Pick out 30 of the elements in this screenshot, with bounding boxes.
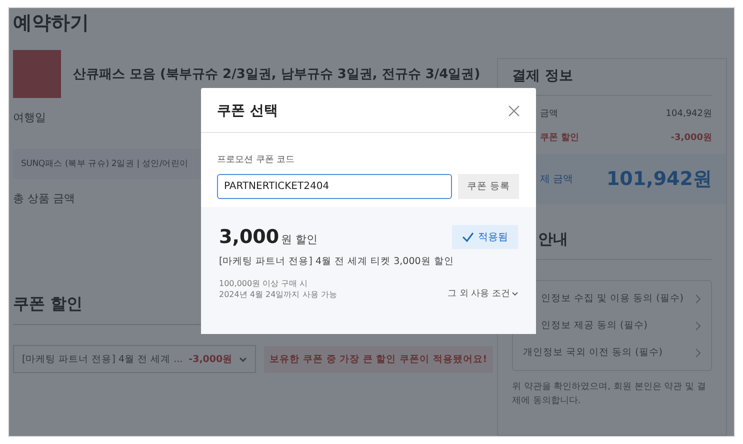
terms-item[interactable]: 인정보 제공 동의 (필수) — [513, 312, 711, 339]
close-icon[interactable] — [508, 105, 520, 117]
coupon-dropdown[interactable]: [마케팅 파트너 전용] 4월 전 세계 ... -3,000원 — [13, 345, 256, 373]
terms-note: 위 약관을 확인하였으며, 회원 본인은 약관 및 결제에 동의합니다. — [512, 381, 707, 408]
chevron-down-icon — [238, 356, 247, 362]
chevron-down-icon — [512, 292, 518, 296]
code-label: 프로모션 쿠폰 코드 — [217, 155, 295, 165]
price-value: -3,000원 — [670, 132, 712, 144]
chevron-right-icon — [695, 320, 701, 330]
travel-date-label: 여행일 — [13, 110, 46, 125]
discount-unit: 원 할인 — [281, 233, 318, 246]
register-button[interactable]: 쿠폰 등록 — [458, 174, 519, 199]
chevron-right-icon — [695, 348, 701, 358]
coupon-condition: 100,000원 이상 구매 시 — [219, 278, 309, 290]
price-label: 금액 — [540, 108, 558, 120]
price-value: 104,942원 — [666, 108, 712, 120]
dialog-title: 쿠폰 선택 — [217, 102, 278, 120]
coupon-name: [마케팅 파트너 전용] 4월 전 세계 티켓 3,000원 할인 — [219, 255, 455, 268]
page-title: 예약하기 — [13, 11, 90, 36]
check-icon — [462, 232, 474, 242]
photo-placeholder — [13, 50, 61, 98]
terms-item[interactable]: 개인정보 국외 이전 동의 (필수) — [513, 339, 711, 366]
chevron-right-icon — [695, 294, 701, 304]
product-name: 산큐패스 모음 (북부규슈 2/3일권, 남부규슈 3일권, 전규슈 3/4일권) — [73, 66, 480, 83]
coupon-code-field[interactable]: PARTNERTICKET2404 — [217, 174, 452, 199]
discount-amount: 3,000 — [219, 226, 280, 248]
total-label: 총 상품 금액 — [13, 191, 75, 206]
price-label: 쿠폰 할인 — [540, 132, 580, 144]
coupon-message: 보유한 쿠폰 중 가장 큰 할인 쿠폰이 적용됐어요! — [264, 346, 494, 372]
applied-button[interactable]: 적용됨 — [452, 225, 518, 249]
